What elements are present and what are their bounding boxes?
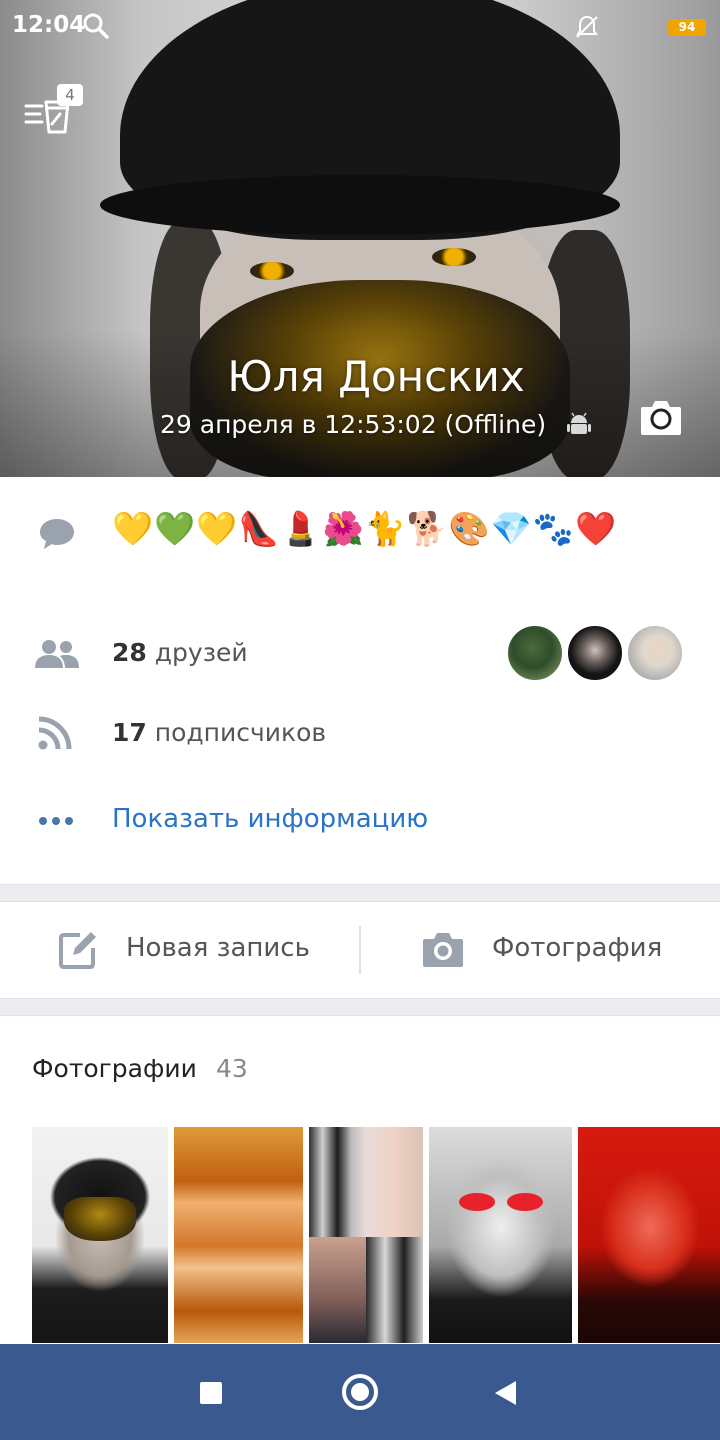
more-dots-icon xyxy=(39,817,73,825)
circle-icon xyxy=(342,1374,378,1410)
status-time: 12:04 xyxy=(12,12,86,38)
system-navigation-bar xyxy=(0,1344,720,1440)
home-button[interactable] xyxy=(312,1344,408,1440)
add-photo-label: Фотография xyxy=(492,933,663,963)
avatar[interactable] xyxy=(626,624,684,682)
photos-section-title[interactable]: Фотографии xyxy=(32,1054,197,1083)
back-button[interactable] xyxy=(458,1344,554,1440)
friend-avatars[interactable] xyxy=(506,624,686,682)
followers-label: подписчиков xyxy=(154,718,327,747)
new-post-label: Новая запись xyxy=(126,933,310,963)
friends-count: 28 xyxy=(112,638,147,667)
profile-cover[interactable] xyxy=(0,0,720,477)
camera-icon xyxy=(423,933,463,967)
photo-thumbnail[interactable] xyxy=(32,1127,168,1343)
section-divider xyxy=(0,884,720,902)
followers-count-row[interactable]: 17 подписчиков xyxy=(112,718,326,747)
photo-detail xyxy=(64,1197,136,1241)
avatar[interactable] xyxy=(566,624,624,682)
show-info-link[interactable]: Показать информацию xyxy=(112,804,428,834)
new-post-button[interactable]: Новая запись xyxy=(0,902,358,998)
last-seen-status: 29 апреля в 12:53:02 (Offline) xyxy=(160,410,547,439)
photo-detail xyxy=(309,1237,366,1343)
edit-icon xyxy=(59,932,96,969)
cover-photo-part xyxy=(432,248,476,266)
android-icon xyxy=(567,412,591,434)
photo-detail xyxy=(507,1193,543,1211)
profile-bio: 💛💚💛👠💄🌺🐈🐕🎨💎🐾❤️ xyxy=(112,509,618,548)
photo-detail xyxy=(366,1237,423,1343)
actions-separator xyxy=(359,926,361,974)
followers-count: 17 xyxy=(112,718,147,747)
friends-label: друзей xyxy=(154,638,248,667)
rss-followers-icon xyxy=(38,716,72,750)
search-icon xyxy=(83,13,109,39)
photo-thumbnail[interactable] xyxy=(309,1127,423,1343)
profile-name: Юля Донских xyxy=(227,352,525,401)
stories-badge: 4 xyxy=(57,84,83,106)
change-cover-camera-icon[interactable] xyxy=(640,398,682,436)
cover-photo-part xyxy=(250,262,294,280)
avatar[interactable] xyxy=(506,624,564,682)
friends-count-row[interactable]: 28 друзей xyxy=(112,638,248,667)
photo-thumbnail[interactable] xyxy=(174,1127,303,1343)
recent-apps-button[interactable] xyxy=(162,1344,258,1440)
cover-photo-part xyxy=(100,175,620,235)
notifications-off-icon xyxy=(576,15,598,38)
section-divider xyxy=(0,998,720,1016)
add-photo-button[interactable]: Фотография xyxy=(362,902,720,998)
status-message-icon xyxy=(40,519,74,549)
back-arrow-icon xyxy=(495,1381,516,1405)
photo-thumbnail[interactable] xyxy=(578,1127,720,1343)
friends-icon xyxy=(35,640,79,668)
status-bar: 12:04 94 xyxy=(0,0,720,54)
battery-indicator: 94 xyxy=(668,19,706,36)
square-icon xyxy=(200,1382,222,1404)
photos-count: 43 xyxy=(216,1054,248,1083)
photo-thumbnail[interactable] xyxy=(429,1127,572,1343)
photo-detail xyxy=(459,1193,495,1211)
